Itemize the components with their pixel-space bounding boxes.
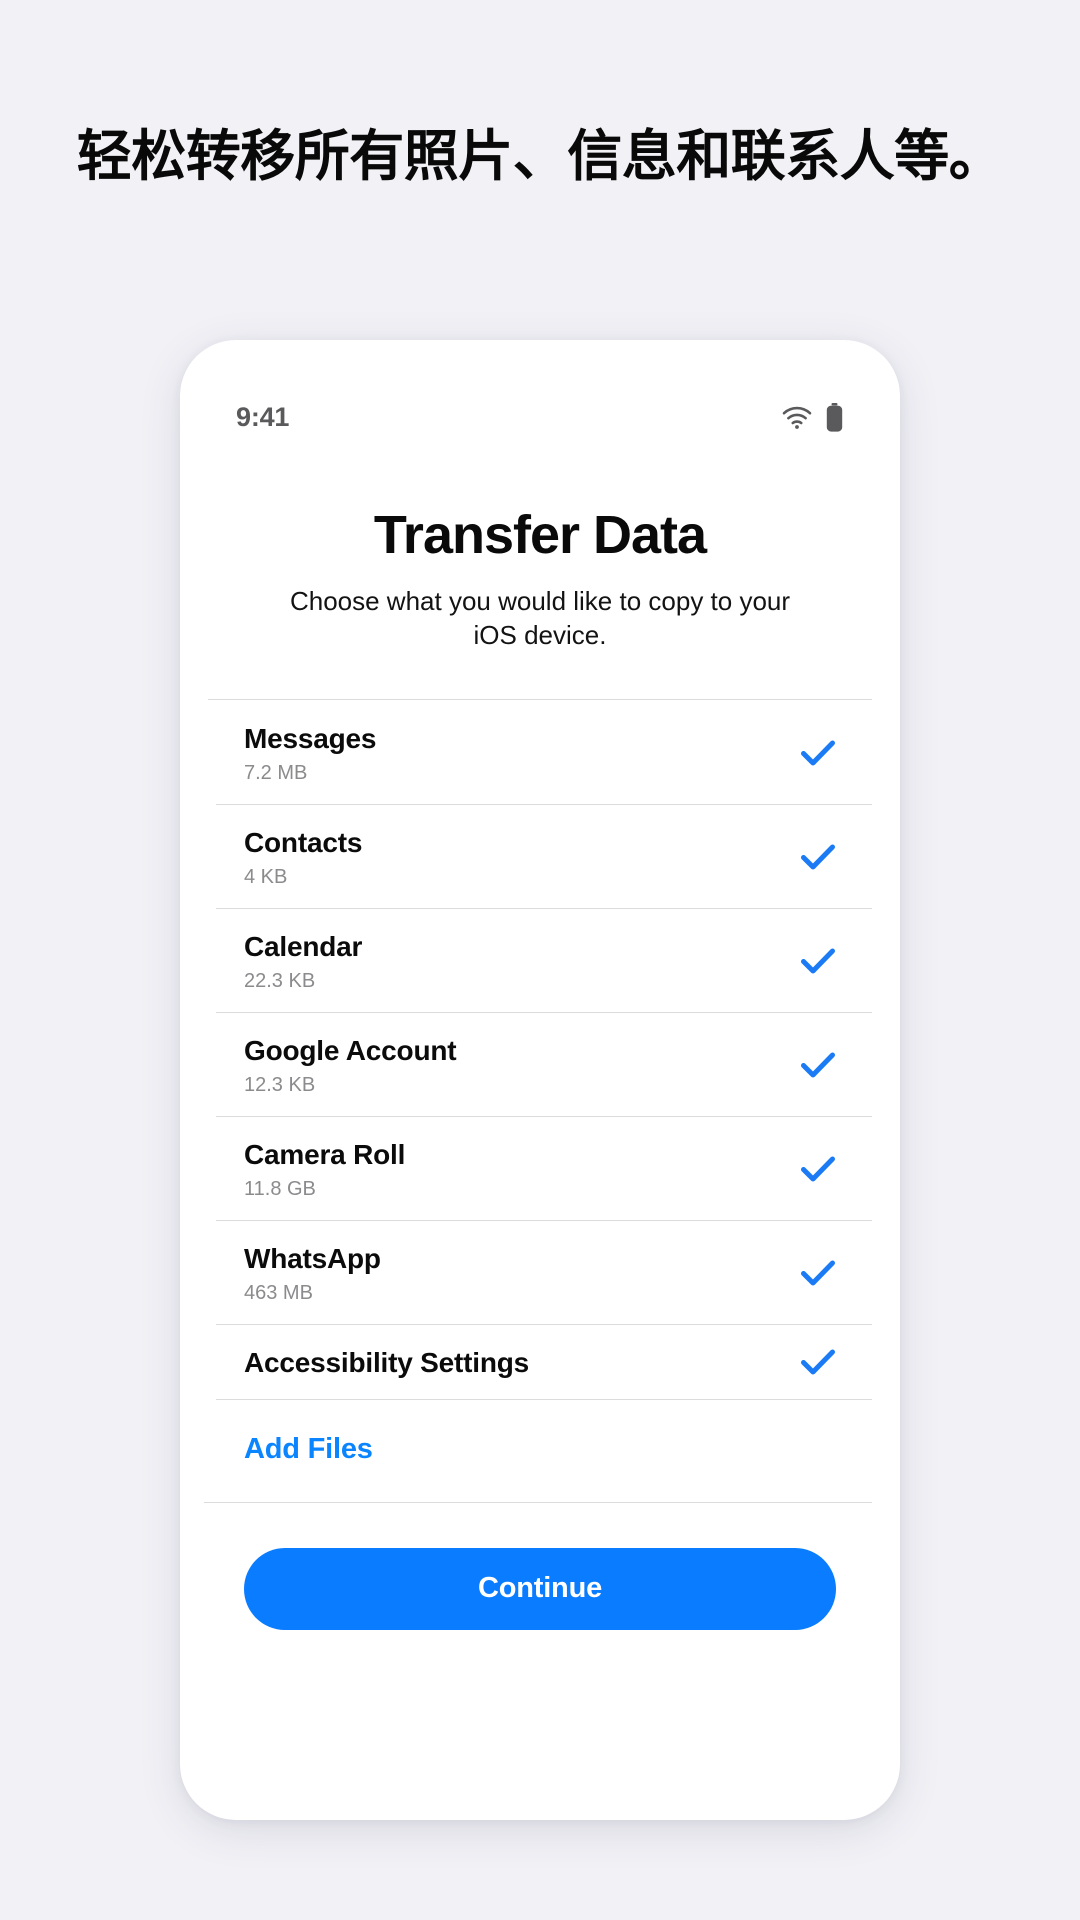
row-label: Calendar xyxy=(244,930,363,962)
add-files-link[interactable]: Add Files xyxy=(244,1433,373,1465)
row-text: Camera Roll 11.8 GB xyxy=(244,1138,405,1200)
battery-icon xyxy=(826,402,843,432)
screen-content: Transfer Data Choose what you would like… xyxy=(180,460,900,1630)
table-row[interactable]: Camera Roll 11.8 GB xyxy=(208,1115,872,1220)
row-label: Accessibility Settings xyxy=(244,1346,530,1378)
check-icon[interactable] xyxy=(801,1349,835,1375)
row-label: Google Account xyxy=(244,1034,457,1066)
table-row[interactable]: Accessibility Settings xyxy=(208,1323,872,1399)
check-icon[interactable] xyxy=(801,844,835,870)
row-size: 11.8 GB xyxy=(244,1177,316,1200)
row-label: Messages xyxy=(244,722,377,754)
page-headline: 轻松转移所有照片、信息和联系人等。 xyxy=(76,125,1004,187)
status-bar: 9:41 xyxy=(180,340,900,460)
wifi-icon xyxy=(782,406,812,429)
row-size: 12.3 KB xyxy=(244,1073,316,1096)
row-size: 4 KB xyxy=(244,865,288,888)
row-label: Camera Roll xyxy=(244,1138,406,1170)
check-icon[interactable] xyxy=(801,1052,835,1078)
table-row[interactable]: Google Account 12.3 KB xyxy=(208,1011,872,1116)
table-row[interactable]: Messages 7.2 MB xyxy=(208,700,872,804)
row-size: 7.2 MB xyxy=(244,761,308,784)
status-bar-time: 9:41 xyxy=(236,401,290,432)
table-row[interactable]: Calendar 22.3 KB xyxy=(208,907,872,1012)
check-icon[interactable] xyxy=(801,1260,835,1286)
add-files-row[interactable]: Add Files xyxy=(208,1398,872,1502)
transfer-items-rows: Messages 7.2 MB Contacts 4 KB Calendar 22.3 K… xyxy=(180,700,900,1399)
phone-mockup: 9:41 Transfer Data Choose what you would xyxy=(180,340,900,1820)
check-icon[interactable] xyxy=(801,1156,835,1182)
continue-button[interactable]: Continue xyxy=(244,1547,836,1630)
row-label: Contacts xyxy=(244,826,363,858)
row-text: WhatsApp 463 MB xyxy=(244,1242,381,1304)
cta-container: Continue xyxy=(208,1503,872,1630)
row-text: Accessibility Settings xyxy=(244,1346,529,1379)
check-icon[interactable] xyxy=(801,740,835,766)
transfer-items-list: Messages 7.2 MB Contacts 4 KB Calendar 22.3 K… xyxy=(180,698,900,1503)
row-size: 463 MB xyxy=(244,1281,313,1304)
row-text: Google Account 12.3 KB xyxy=(244,1034,457,1096)
row-text: Messages 7.2 MB xyxy=(244,722,376,784)
check-icon[interactable] xyxy=(801,948,835,974)
page-title: Transfer Data xyxy=(373,505,707,565)
row-text: Contacts 4 KB xyxy=(244,826,362,888)
page-subtitle: Choose what you would like to copy to yo… xyxy=(289,586,791,651)
status-bar-icons xyxy=(782,369,843,432)
table-row[interactable]: Contacts 4 KB xyxy=(208,803,872,908)
table-row[interactable]: WhatsApp 463 MB xyxy=(208,1219,872,1324)
row-size: 22.3 KB xyxy=(244,969,316,992)
row-label: WhatsApp xyxy=(244,1242,381,1274)
row-text: Calendar 22.3 KB xyxy=(244,930,362,992)
